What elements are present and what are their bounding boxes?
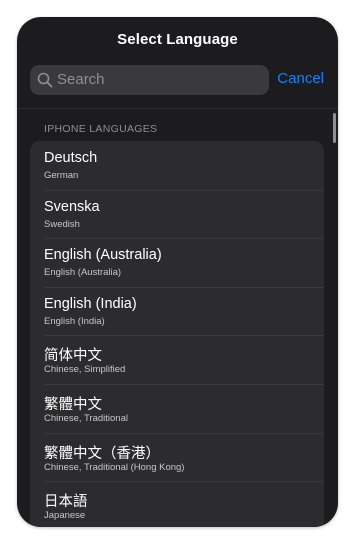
language-name: Svenska <box>44 198 100 215</box>
language-english-name: Chinese, Traditional (Hong Kong) <box>44 461 185 473</box>
sheet-title: Select Language <box>117 31 238 48</box>
language-name: Deutsch <box>44 150 98 166</box>
language-english-name: Swedish <box>44 218 80 230</box>
search-field[interactable]: Search <box>30 65 269 95</box>
language-english-name: English (India) <box>44 315 105 327</box>
language-name: 繁體中文 <box>44 396 102 413</box>
language-row-chinese-traditional-hong-kong[interactable]: 繁體中文（香港） Chinese, Traditional (Hong Kong… <box>30 432 324 482</box>
language-english-name: Chinese, Traditional <box>44 412 128 424</box>
header-divider <box>17 108 338 109</box>
language-row-english-australia[interactable]: English (Australia) English (Australia) <box>30 238 324 287</box>
language-name: English (Australia) <box>44 247 162 264</box>
language-row-chinese-simplified[interactable]: 简体中文 Chinese, Simplified <box>30 335 324 384</box>
search-icon <box>37 72 53 88</box>
language-name: 日本語 <box>44 494 88 511</box>
language-english-name: Japanese <box>44 510 86 522</box>
language-row-japanese[interactable]: 日本語 Japanese <box>30 481 324 527</box>
language-name: 繁體中文（香港） <box>44 445 160 462</box>
section-header: IPHONE LANGUAGES <box>44 123 158 135</box>
cancel-button[interactable]: Cancel <box>277 70 324 87</box>
language-english-name: German <box>44 170 79 181</box>
language-name: 简体中文 <box>44 348 102 365</box>
scrollbar[interactable] <box>333 113 336 143</box>
language-row-chinese-traditional[interactable]: 繁體中文 Chinese, Traditional <box>30 383 324 433</box>
language-english-name: Chinese, Simplified <box>44 364 126 376</box>
language-list: Deutsch German Svenska Swedish English (… <box>30 141 324 527</box>
search-placeholder: Search <box>57 71 105 88</box>
language-row-swedish[interactable]: Svenska Swedish <box>30 189 324 239</box>
language-english-name: English (Australia) <box>44 267 122 279</box>
language-row-english-india[interactable]: English (India) English (India) <box>30 286 324 336</box>
language-picker-sheet: Select Language Search Cancel IPHONE LAN… <box>17 17 338 527</box>
language-name: English (India) <box>44 295 137 312</box>
language-row-german[interactable]: Deutsch German <box>30 141 324 190</box>
